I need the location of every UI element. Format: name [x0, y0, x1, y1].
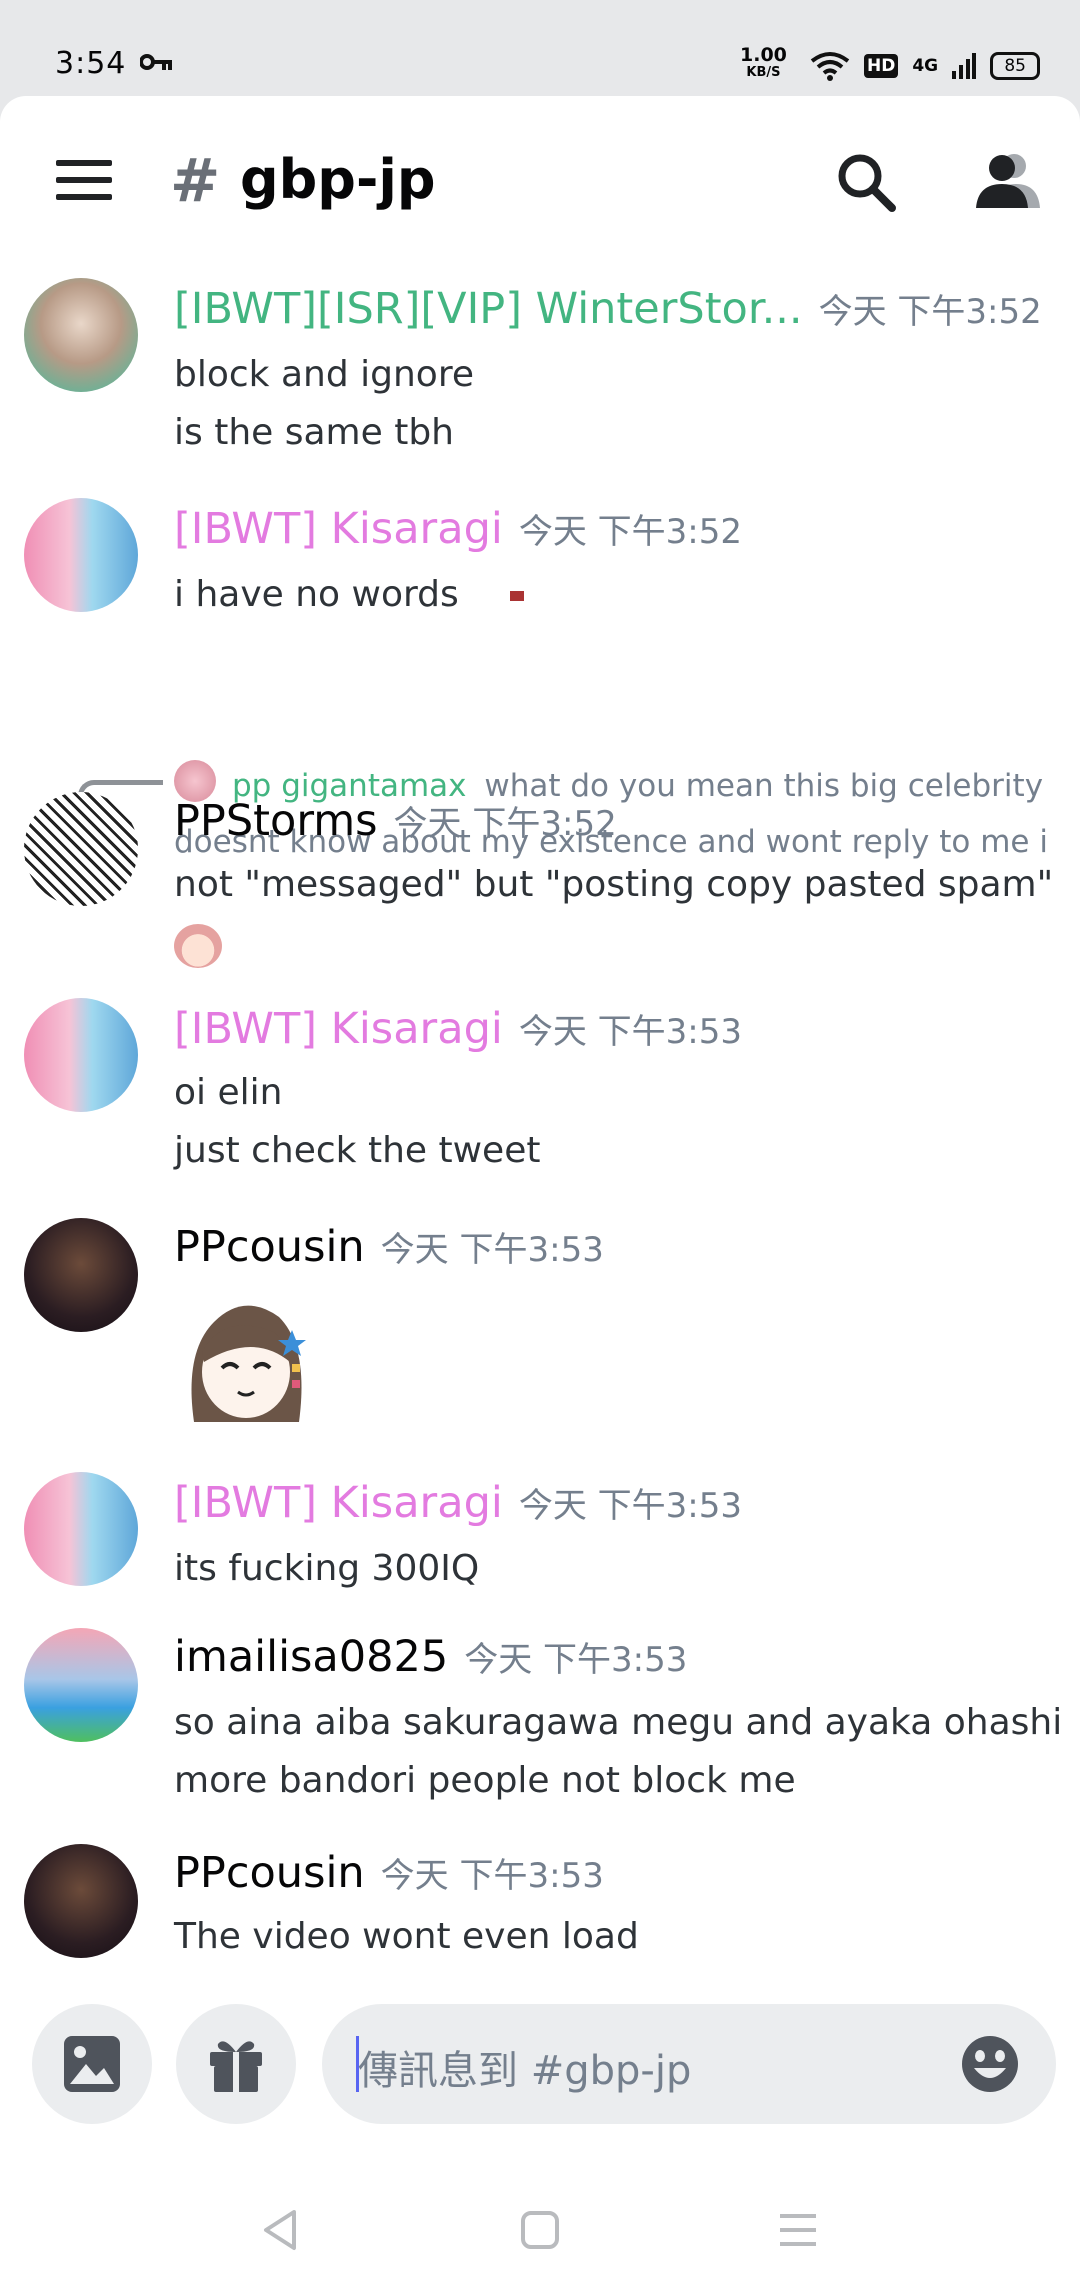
attach-image-button[interactable] [32, 2004, 152, 2124]
message-text: i have no words [174, 566, 525, 624]
username[interactable]: imailisa0825 今天 下午3:53 [174, 1632, 687, 1682]
avatar[interactable] [24, 1218, 138, 1332]
avatar[interactable] [24, 278, 138, 392]
emoji-icon[interactable] [960, 2034, 1020, 2094]
message-line: just check the tweet [174, 1130, 541, 1171]
timestamp: 今天 下午3:52 [518, 512, 742, 552]
hamburger-menu-icon[interactable] [56, 160, 112, 200]
small-emoji [510, 591, 525, 601]
sticker-image[interactable] [174, 1292, 314, 1432]
signal-icon [952, 53, 977, 79]
status-icons: HD 4G 85 [810, 46, 1041, 86]
emoji-sticker[interactable] [174, 924, 222, 968]
channel-header: # gbp-jp [0, 96, 1080, 268]
username-text[interactable]: imailisa0825 [174, 1632, 448, 1682]
message-text: so aina aiba sakuragawa megu and ayaka o… [174, 1694, 1062, 1810]
message-line: its fucking 300IQ [174, 1548, 480, 1589]
username-text[interactable]: PPcousin [174, 1222, 365, 1272]
message-line: not "messaged" but "posting copy pasted … [174, 864, 1054, 905]
members-icon[interactable] [974, 150, 1040, 210]
avatar[interactable] [24, 1472, 138, 1586]
username[interactable]: [IBWT] Kisaragi 今天 下午3:53 [174, 1004, 742, 1054]
status-time: 3:54 [55, 46, 127, 81]
timestamp: 今天 下午3:53 [464, 1640, 688, 1680]
username-text[interactable]: [IBWT][ISR][VIP] WinterStor... [174, 284, 803, 334]
network-speed-value: 1.00 [740, 44, 787, 66]
username-text[interactable]: PPStorms [174, 796, 378, 846]
username[interactable]: PPcousin 今天 下午3:53 [174, 1222, 604, 1272]
back-icon[interactable] [260, 2208, 300, 2252]
message-input[interactable]: 傳訊息到 #gbp-jp [322, 2004, 1056, 2124]
hd-badge: HD [864, 54, 899, 78]
gift-button[interactable] [176, 2004, 296, 2124]
avatar[interactable] [24, 498, 138, 612]
avatar[interactable] [24, 1844, 138, 1958]
avatar[interactable] [24, 1628, 138, 1742]
timestamp: 今天 下午3:53 [518, 1012, 742, 1052]
username-text[interactable]: [IBWT] Kisaragi [174, 1004, 503, 1054]
discord-app: # gbp-jp [IBWT][ISR][VIP] WinterStor... 今… [0, 96, 1080, 2280]
battery-icon: 85 [990, 52, 1041, 80]
message-line: block and ignore [174, 354, 474, 395]
message-line: The video wont even load [174, 1916, 639, 1957]
wifi-icon [810, 52, 850, 81]
username[interactable]: [IBWT][ISR][VIP] WinterStor... 今天 下午3:52 [174, 284, 1042, 334]
message-text: The video wont even load [174, 1908, 639, 1966]
message-text: not "messaged" but "posting copy pasted … [174, 856, 1053, 914]
timestamp: 今天 下午3:53 [380, 1856, 604, 1896]
recents-icon[interactable] [778, 2212, 818, 2248]
message-line: oi elin [174, 1072, 283, 1113]
message-line: is the same tbh [174, 412, 454, 453]
home-icon[interactable] [520, 2210, 560, 2250]
key-icon [140, 54, 172, 70]
username[interactable]: [IBWT] Kisaragi 今天 下午3:53 [174, 1478, 742, 1528]
message-text: block and ignore is the same tbh [174, 346, 474, 462]
network-speed: 1.00 KB/S [740, 46, 787, 82]
timestamp: 今天 下午3:53 [380, 1230, 604, 1270]
avatar[interactable] [24, 792, 138, 906]
avatar[interactable] [24, 998, 138, 1112]
network-speed-unit: KB/S [746, 65, 781, 80]
username-text[interactable]: [IBWT] Kisaragi [174, 504, 503, 554]
message-text: its fucking 300IQ [174, 1540, 479, 1598]
system-nav-bar [0, 2176, 1080, 2280]
timestamp: 今天 下午3:53 [518, 1486, 742, 1526]
image-icon [64, 2036, 120, 2092]
message-line: i have no words [174, 574, 459, 615]
message-text: oi elin just check the tweet [174, 1064, 540, 1180]
network-type: 4G [912, 56, 939, 76]
channel-hash-icon: # [170, 146, 221, 216]
message-input-placeholder: 傳訊息到 #gbp-jp [358, 2048, 692, 2094]
message-line: so aina aiba sakuragawa megu and ayaka o… [174, 1702, 1063, 1743]
username[interactable]: [IBWT] Kisaragi 今天 下午3:52 [174, 504, 742, 554]
timestamp: 今天 下午3:52 [393, 804, 617, 844]
channel-title: gbp-jp [240, 148, 436, 211]
status-bar: 3:54 1.00 KB/S HD 4G 85 [0, 0, 1080, 96]
gift-icon [210, 2041, 262, 2092]
timestamp: 今天 下午3:52 [818, 292, 1042, 332]
username-text[interactable]: PPcousin [174, 1848, 365, 1898]
search-icon[interactable] [834, 150, 898, 214]
username-text[interactable]: [IBWT] Kisaragi [174, 1478, 503, 1528]
username[interactable]: PPcousin 今天 下午3:53 [174, 1848, 604, 1898]
username[interactable]: PPStorms 今天 下午3:52 [174, 796, 617, 846]
message-line: more bandori people not block me [174, 1760, 796, 1801]
